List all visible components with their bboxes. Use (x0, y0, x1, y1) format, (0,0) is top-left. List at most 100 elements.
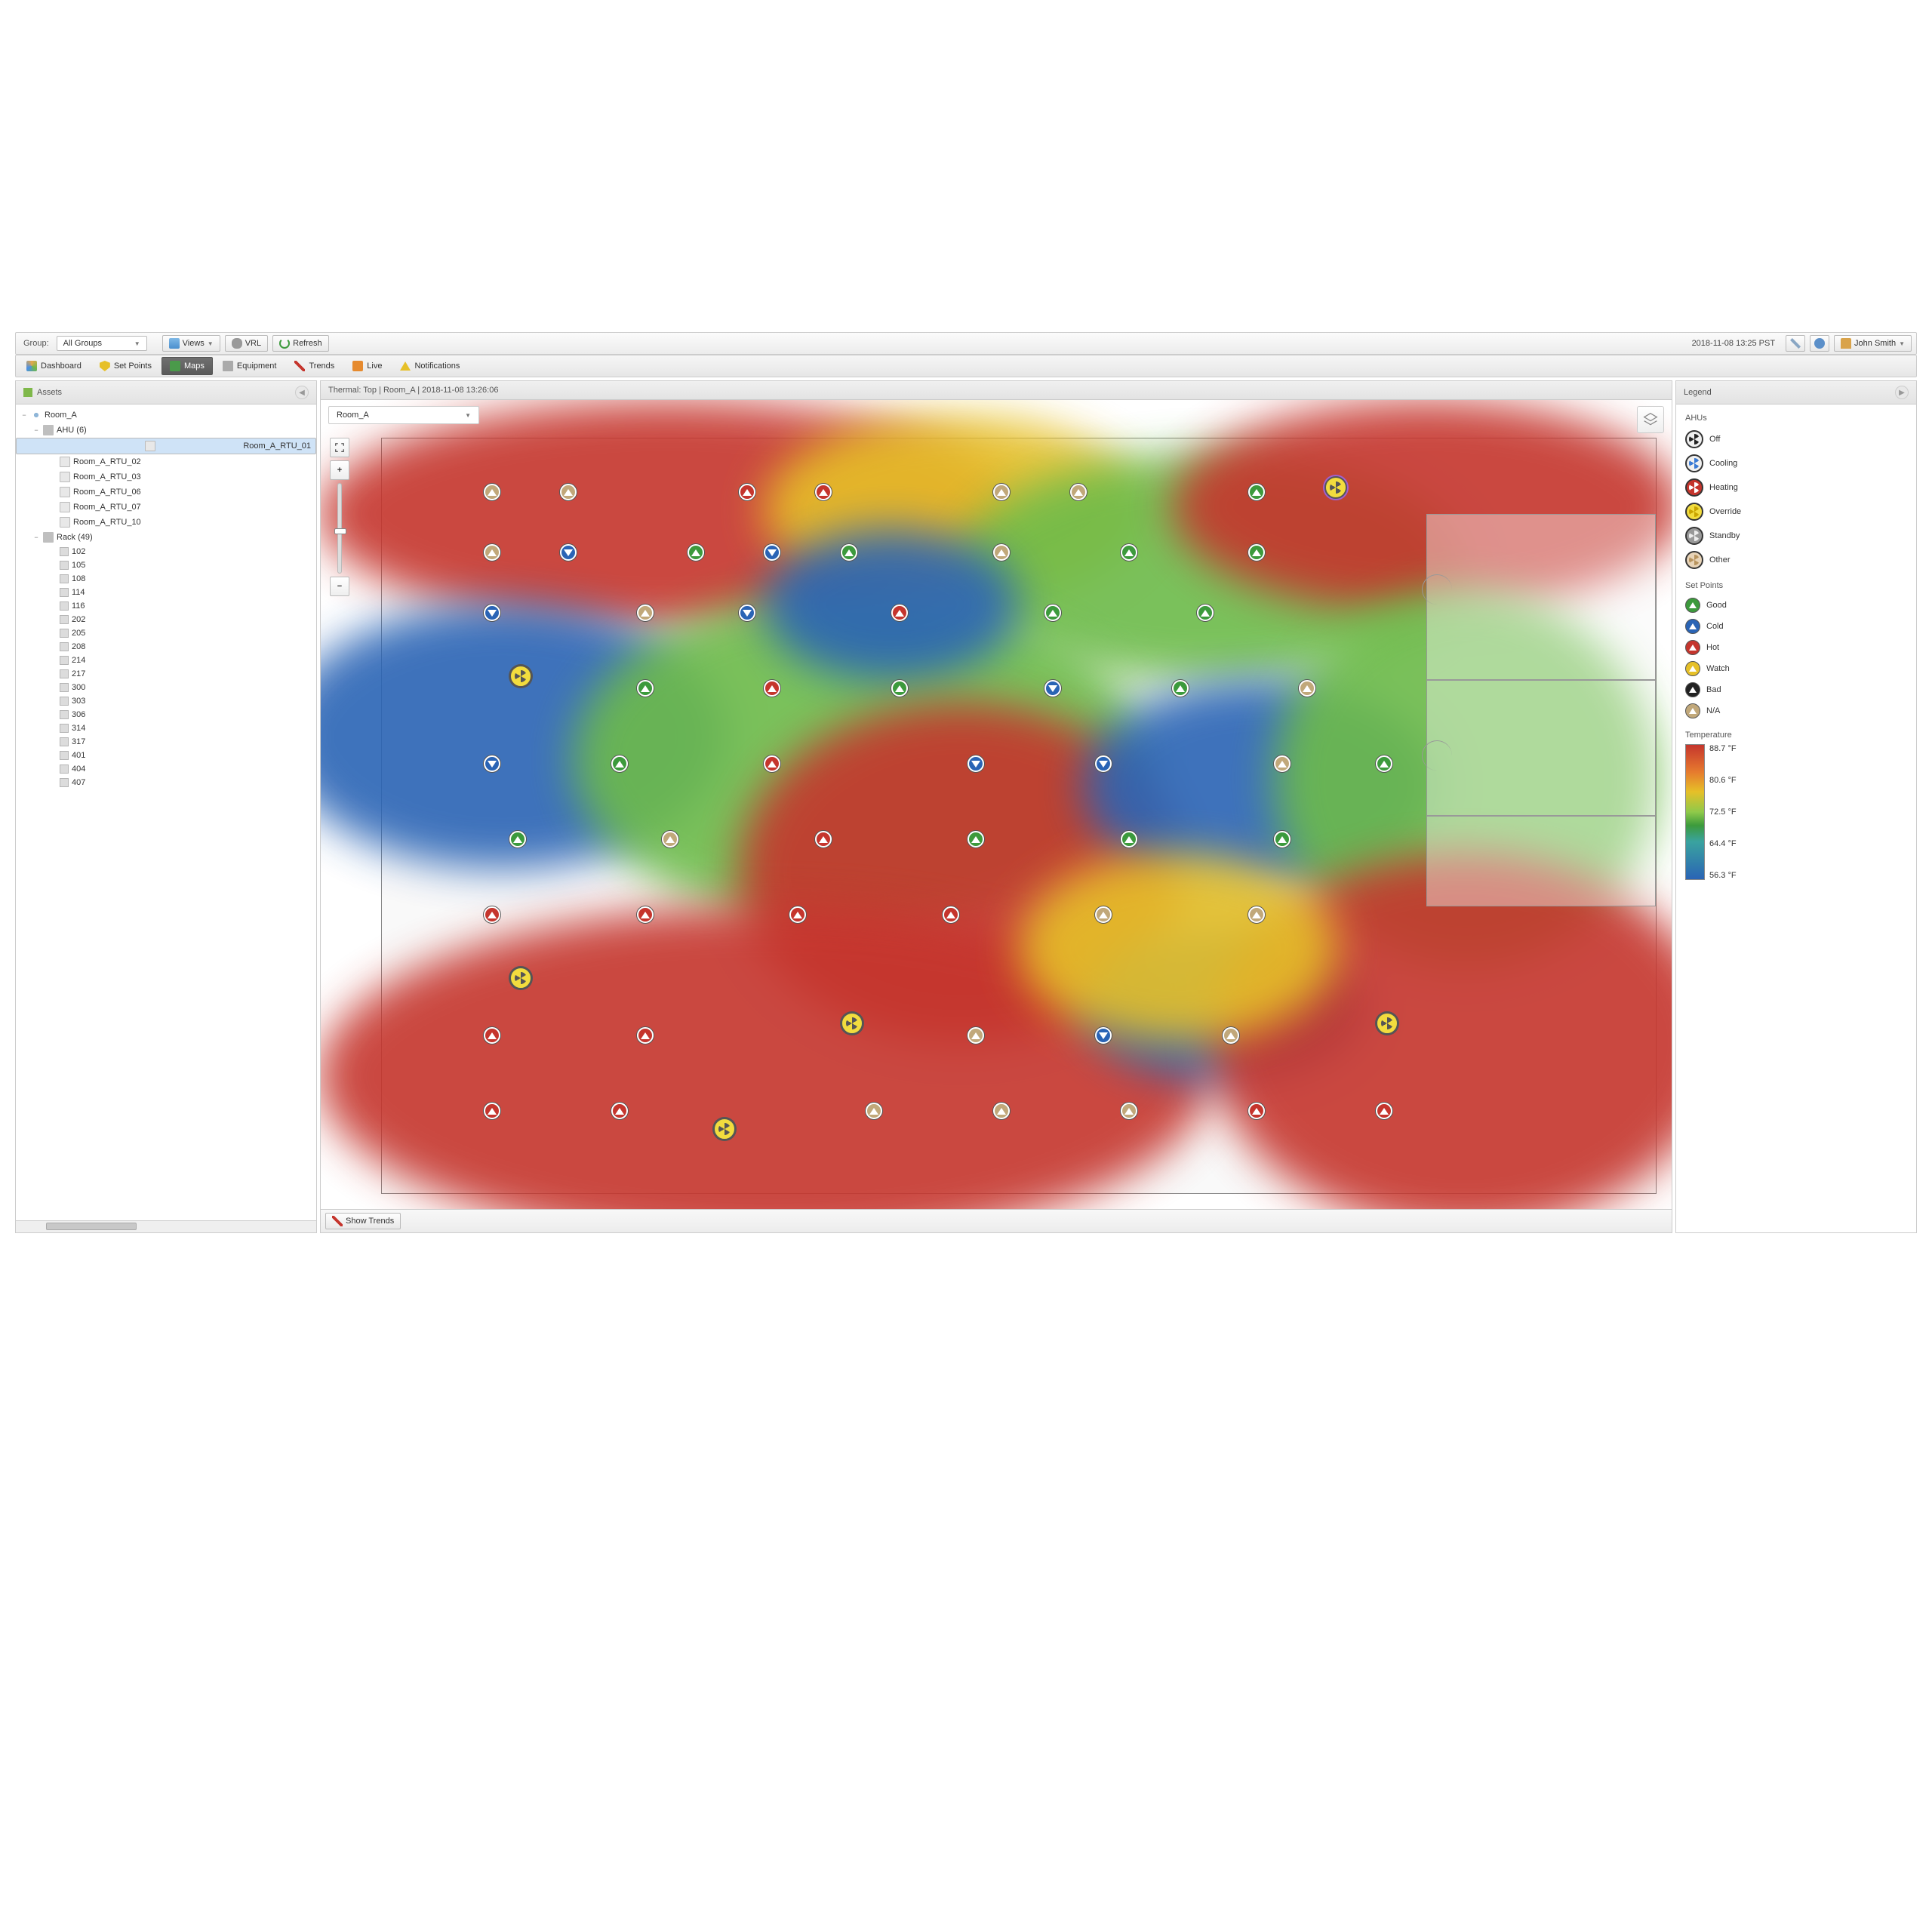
setpoint-marker[interactable] (943, 906, 959, 923)
tree-rack-item[interactable]: 303 (16, 694, 316, 708)
map-canvas[interactable]: Room_A ▼ + − (321, 400, 1672, 1209)
setpoint-marker[interactable] (739, 484, 755, 500)
tree-rack-item[interactable]: 114 (16, 586, 316, 599)
ahu-fan-marker[interactable] (509, 665, 532, 688)
tree-rack-item[interactable]: 317 (16, 735, 316, 749)
tree-ahu-item[interactable]: Room_A_RTU_10 (16, 515, 316, 530)
layers-button[interactable] (1637, 406, 1664, 433)
setpoint-marker[interactable] (1274, 755, 1291, 772)
setpoint-marker[interactable] (1070, 484, 1087, 500)
help-button[interactable] (1810, 335, 1829, 352)
tree-rack-item[interactable]: 214 (16, 654, 316, 667)
collapse-left-button[interactable]: ◀ (295, 386, 309, 399)
tree-rack-item[interactable]: 108 (16, 572, 316, 586)
tree-rack-item[interactable]: 300 (16, 681, 316, 694)
tree-rack-item[interactable]: 314 (16, 721, 316, 735)
fit-button[interactable] (330, 438, 349, 457)
setpoint-marker[interactable] (484, 544, 500, 561)
tab-setpoints[interactable]: Set Points (91, 357, 160, 375)
setpoint-marker[interactable] (484, 1027, 500, 1044)
tab-dashboard[interactable]: Dashboard (18, 357, 90, 375)
setpoint-marker[interactable] (637, 680, 654, 697)
setpoint-marker[interactable] (1248, 1103, 1265, 1119)
setpoint-marker[interactable] (841, 544, 857, 561)
setpoint-marker[interactable] (1121, 831, 1137, 848)
sp-na-icon (1685, 703, 1700, 718)
setpoint-marker[interactable] (1248, 906, 1265, 923)
tree-rack-item[interactable]: 217 (16, 667, 316, 681)
setpoint-marker[interactable] (815, 831, 832, 848)
user-menu[interactable]: John Smith ▼ (1834, 335, 1912, 352)
tree-rack-item[interactable]: 205 (16, 626, 316, 640)
ahu-fan-marker[interactable] (713, 1118, 736, 1140)
tree-ahu-item[interactable]: Room_A_RTU_02 (16, 454, 316, 469)
setpoint-marker[interactable] (637, 605, 654, 621)
tab-trends[interactable]: Trends (286, 357, 343, 375)
setpoint-marker[interactable] (739, 605, 755, 621)
vrl-button[interactable]: VRL (225, 335, 268, 352)
tree-rack-group[interactable]: − Rack (49) (16, 530, 316, 545)
wrench-button[interactable] (1786, 335, 1805, 352)
refresh-button[interactable]: Refresh (272, 335, 329, 352)
show-trends-button[interactable]: Show Trends (325, 1213, 401, 1229)
tree-ahu-item[interactable]: Room_A_RTU_06 (16, 485, 316, 500)
setpoint-marker[interactable] (484, 755, 500, 772)
setpoint-marker[interactable] (1376, 1103, 1392, 1119)
setpoint-marker[interactable] (484, 484, 500, 500)
group-select[interactable]: All Groups ▼ (57, 336, 147, 351)
tree-ahu-item[interactable]: Room_A_RTU_03 (16, 469, 316, 485)
setpoint-marker[interactable] (1223, 1027, 1239, 1044)
room-selector[interactable]: Room_A ▼ (328, 406, 479, 424)
zoom-slider[interactable] (337, 483, 342, 574)
tree-ahu-item[interactable]: Room_A_RTU_07 (16, 500, 316, 515)
setpoint-marker[interactable] (484, 906, 500, 923)
tree-rack-item[interactable]: 102 (16, 545, 316, 558)
setpoint-marker[interactable] (1044, 680, 1061, 697)
tree-rack-item[interactable]: 404 (16, 762, 316, 776)
setpoint-marker[interactable] (484, 1103, 500, 1119)
tree-label: Room_A (45, 411, 77, 420)
tree-room[interactable]: − Room_A (16, 408, 316, 423)
ahu-fan-marker[interactable] (1376, 1012, 1398, 1035)
setpoint-marker[interactable] (1121, 1103, 1137, 1119)
tab-equipment[interactable]: Equipment (214, 357, 285, 375)
setpoint-marker[interactable] (509, 831, 526, 848)
tree-rack-item[interactable]: 116 (16, 599, 316, 613)
tab-live[interactable]: Live (344, 357, 390, 375)
setpoint-marker[interactable] (611, 755, 628, 772)
ahu-fan-marker[interactable] (509, 967, 532, 989)
ahu-fan-marker[interactable] (1324, 476, 1347, 499)
setpoint-marker[interactable] (1248, 484, 1265, 500)
tree-ahu-item[interactable]: Room_A_RTU_01 (16, 438, 316, 454)
zoom-in-button[interactable]: + (330, 460, 349, 480)
ahu-fan-marker[interactable] (841, 1012, 863, 1035)
tree-rack-item[interactable]: 208 (16, 640, 316, 654)
tab-maps[interactable]: Maps (162, 357, 213, 375)
tree-rack-item[interactable]: 105 (16, 558, 316, 572)
setpoint-marker[interactable] (1044, 605, 1061, 621)
setpoint-marker[interactable] (637, 1027, 654, 1044)
zoom-handle[interactable] (334, 528, 346, 534)
collapse-right-button[interactable]: ▶ (1895, 386, 1909, 399)
zoom-out-button[interactable]: − (330, 577, 349, 596)
setpoint-marker[interactable] (637, 906, 654, 923)
setpoint-marker[interactable] (1121, 544, 1137, 561)
setpoint-marker[interactable] (815, 484, 832, 500)
setpoint-marker[interactable] (1274, 831, 1291, 848)
setpoint-marker[interactable] (789, 906, 806, 923)
setpoint-marker[interactable] (1248, 544, 1265, 561)
views-button[interactable]: Views ▼ (162, 335, 220, 352)
setpoint-marker[interactable] (1376, 755, 1392, 772)
tab-notifications[interactable]: Notifications (392, 357, 468, 375)
setpoint-marker[interactable] (1172, 680, 1189, 697)
tree-ahu-group[interactable]: − AHU (6) (16, 423, 316, 438)
setpoint-marker[interactable] (688, 544, 704, 561)
tree-hscrollbar[interactable] (16, 1220, 316, 1232)
tree-rack-item[interactable]: 306 (16, 708, 316, 721)
legend-label: Override (1709, 507, 1741, 516)
tree-rack-item[interactable]: 202 (16, 613, 316, 626)
setpoint-marker[interactable] (484, 605, 500, 621)
tree-rack-item[interactable]: 401 (16, 749, 316, 762)
tree-rack-item[interactable]: 407 (16, 776, 316, 789)
setpoint-marker[interactable] (611, 1103, 628, 1119)
